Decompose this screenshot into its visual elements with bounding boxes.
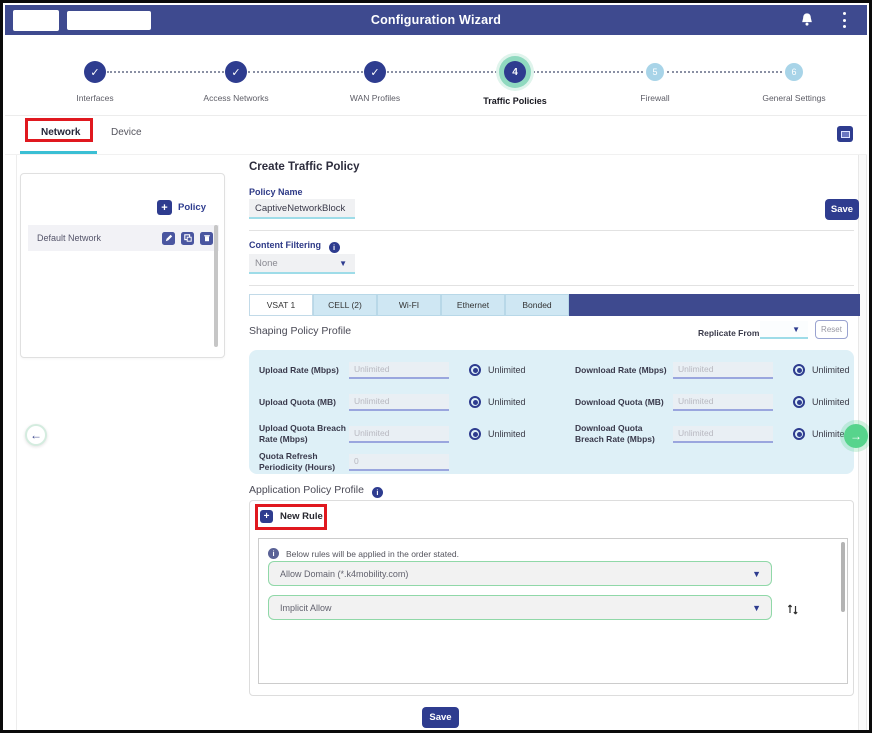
- tab-bonded[interactable]: Bonded: [505, 294, 569, 316]
- application-policy-card: + New Rule i Below rules will be applied…: [249, 500, 854, 696]
- upload-breach-unlimited-radio[interactable]: [469, 428, 481, 440]
- step-label-traffic-policies: Traffic Policies: [455, 96, 575, 106]
- chevron-down-icon: ▼: [752, 603, 761, 613]
- replicate-from-select[interactable]: ▼: [760, 321, 808, 339]
- save-policy-button[interactable]: Save: [825, 199, 859, 220]
- step-label-wan-profiles: WAN Profiles: [315, 93, 435, 103]
- tab-cell-2[interactable]: CELL (2): [313, 294, 377, 316]
- upload-quota-input[interactable]: [349, 394, 449, 411]
- rules-info-row: i Below rules will be applied in the ord…: [268, 548, 459, 559]
- copy-icon: [184, 234, 192, 242]
- download-quota-field: Download Quota (MB) Unlimited: [575, 385, 850, 419]
- replicate-from-label: Replicate From:: [698, 328, 762, 338]
- next-arrow-button[interactable]: →: [844, 424, 868, 448]
- upload-rate-unlimited-radio[interactable]: [469, 364, 481, 376]
- quota-refresh-field: Quota Refresh Periodicity (Hours): [259, 447, 449, 477]
- policy-name-input[interactable]: [249, 199, 355, 219]
- stepper-connector: [107, 71, 224, 73]
- reorder-arrows-icon[interactable]: [786, 602, 800, 616]
- step-label-firewall: Firewall: [595, 93, 715, 103]
- form-title: Create Traffic Policy: [249, 161, 360, 173]
- upload-rate-input[interactable]: [349, 362, 449, 379]
- download-breach-unlimited-radio[interactable]: [793, 428, 805, 440]
- download-breach-rate-input[interactable]: [673, 426, 773, 443]
- download-rate-input[interactable]: [673, 362, 773, 379]
- tab-device[interactable]: Device: [111, 127, 142, 138]
- download-breach-rate-field: Download Quota Breach Rate (Mbps) Unlimi…: [575, 415, 850, 453]
- tab-wifi[interactable]: Wi-FI: [377, 294, 441, 316]
- plus-icon: +: [157, 200, 172, 215]
- step-general-settings-circle[interactable]: 6: [785, 63, 803, 81]
- annotation-box-network: [25, 118, 93, 142]
- interface-tab-bar: VSAT 1 CELL (2) Wi-FI Ethernet Bonded: [249, 294, 860, 316]
- delete-policy-button[interactable]: [200, 232, 213, 245]
- edit-policy-button[interactable]: [162, 232, 175, 245]
- step-wan-profiles-circle[interactable]: ✓: [364, 61, 386, 83]
- divider: [249, 230, 854, 231]
- reset-button[interactable]: Reset: [815, 320, 848, 339]
- step-firewall-circle[interactable]: 5: [646, 63, 664, 81]
- step-interfaces-circle[interactable]: ✓: [84, 61, 106, 83]
- configuration-wizard-window: Configuration Wizard ✓ ✓ ✓ 4 5 6 Interfa…: [0, 0, 872, 733]
- logo-placeholder: [13, 10, 59, 31]
- pencil-icon: [165, 234, 173, 242]
- rule-implicit-allow[interactable]: Implicit Allow ▼: [268, 595, 772, 620]
- policy-list-item[interactable]: Default Network: [28, 225, 219, 251]
- stepper-connector: [533, 71, 643, 73]
- notifications-bell-icon[interactable]: [797, 10, 817, 30]
- upload-quota-unlimited-radio[interactable]: [469, 396, 481, 408]
- chevron-down-icon: ▼: [752, 569, 761, 579]
- copy-policy-button[interactable]: [181, 232, 194, 245]
- content-filtering-select[interactable]: None ▼: [249, 254, 355, 274]
- info-icon[interactable]: i: [372, 487, 383, 498]
- stepper-connector: [248, 71, 363, 73]
- panel-toggle-icon[interactable]: [837, 126, 853, 142]
- stepper-connector: [667, 71, 782, 73]
- active-tab-underline: [20, 151, 97, 154]
- chevron-down-icon: ▼: [339, 259, 347, 268]
- back-arrow-button[interactable]: ←: [25, 424, 47, 446]
- rule-allow-domain[interactable]: Allow Domain (*.k4mobility.com) ▼: [268, 561, 772, 586]
- wizard-stepper: ✓ ✓ ✓ 4 5 6 Interfaces Access Networks W…: [5, 35, 867, 116]
- step-label-interfaces: Interfaces: [35, 93, 155, 103]
- download-quota-input[interactable]: [673, 394, 773, 411]
- rules-scrollbar[interactable]: [841, 542, 845, 612]
- policy-panel-scrollbar[interactable]: [214, 225, 218, 347]
- upload-breach-rate-input[interactable]: [349, 426, 449, 443]
- info-icon[interactable]: i: [329, 242, 340, 253]
- content-filtering-label: Content Filtering i: [249, 240, 340, 253]
- footer-save-button[interactable]: Save: [422, 707, 459, 728]
- divider: [249, 285, 854, 286]
- more-menu-icon[interactable]: [843, 12, 847, 28]
- info-icon: i: [268, 548, 279, 559]
- logo-placeholder-wide: [67, 11, 151, 30]
- quota-refresh-input[interactable]: [349, 454, 449, 471]
- step-label-general-settings: General Settings: [734, 93, 854, 103]
- tab-vsat-1[interactable]: VSAT 1: [249, 294, 313, 316]
- view-tab-bar: Network Device: [5, 116, 867, 155]
- app-header: Configuration Wizard: [5, 5, 867, 35]
- add-policy-button[interactable]: + Policy: [157, 200, 206, 215]
- step-traffic-policies-circle[interactable]: 4: [504, 61, 526, 83]
- download-quota-unlimited-radio[interactable]: [793, 396, 805, 408]
- rules-container: i Below rules will be applied in the ord…: [258, 538, 848, 684]
- download-rate-field: Download Rate (Mbps) Unlimited: [575, 353, 850, 387]
- annotation-box-new-rule: [255, 504, 327, 530]
- left-edge-line: [16, 155, 17, 730]
- application-policy-title: Application Policy Profile i: [249, 484, 383, 498]
- stepper-connector: [387, 71, 497, 73]
- upload-quota-field: Upload Quota (MB) Unlimited: [259, 385, 526, 419]
- policy-list-panel: + Policy Default Network: [20, 173, 225, 358]
- policy-name-label: Policy Name: [249, 187, 303, 197]
- download-rate-unlimited-radio[interactable]: [793, 364, 805, 376]
- shaping-policy-title: Shaping Policy Profile: [249, 325, 351, 337]
- policy-name-label: Default Network: [37, 233, 162, 243]
- chevron-down-icon: ▼: [792, 325, 800, 334]
- step-label-access-networks: Access Networks: [176, 93, 296, 103]
- upload-rate-field: Upload Rate (Mbps) Unlimited: [259, 353, 526, 387]
- step-access-networks-circle[interactable]: ✓: [225, 61, 247, 83]
- tab-ethernet[interactable]: Ethernet: [441, 294, 505, 316]
- trash-icon: [203, 234, 211, 242]
